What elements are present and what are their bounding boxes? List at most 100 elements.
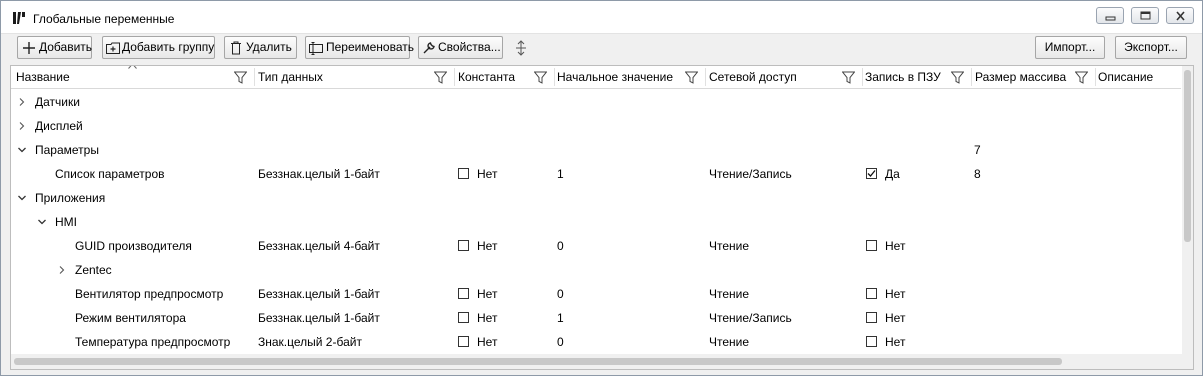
row-name: Параметры bbox=[35, 143, 99, 157]
filter-icon[interactable] bbox=[534, 71, 547, 84]
chevron-right-icon[interactable] bbox=[17, 121, 27, 131]
row-initial: 0 bbox=[557, 335, 564, 349]
const-checkbox[interactable] bbox=[458, 288, 469, 299]
row-name: Вентилятор предпросмотр bbox=[75, 287, 224, 301]
vertical-scrollbar[interactable] bbox=[1182, 66, 1193, 369]
column-divider[interactable] bbox=[454, 68, 455, 86]
rom-checkbox[interactable] bbox=[866, 288, 877, 299]
minimize-button[interactable] bbox=[1096, 7, 1124, 24]
column-divider[interactable] bbox=[862, 68, 863, 86]
wrench-icon bbox=[423, 42, 435, 54]
add-button-label: Добавить bbox=[39, 40, 93, 54]
row-initial: 1 bbox=[557, 167, 564, 181]
column-divider[interactable] bbox=[254, 68, 255, 86]
column-divider[interactable] bbox=[705, 68, 706, 86]
row-name: Список параметров bbox=[55, 167, 165, 181]
column-header-network[interactable]: Сетевой доступ bbox=[709, 66, 797, 88]
filter-icon[interactable] bbox=[234, 71, 247, 84]
toolbar: Добавить Добавить группу Удалить Переиме… bbox=[1, 34, 1202, 62]
row-type: Беззнак.целый 4-байт bbox=[258, 239, 380, 253]
column-header-array[interactable]: Размер массива bbox=[975, 66, 1066, 88]
table-row[interactable]: Приложения bbox=[11, 186, 1181, 210]
filter-icon[interactable] bbox=[842, 71, 855, 84]
import-button-label: Импорт... bbox=[1044, 40, 1096, 54]
row-rom: Да bbox=[885, 167, 900, 181]
rom-checkbox[interactable] bbox=[866, 312, 877, 323]
row-rom: Нет bbox=[885, 287, 906, 301]
filter-icon[interactable] bbox=[434, 71, 447, 84]
row-name: GUID производителя bbox=[75, 239, 192, 253]
maximize-icon bbox=[1140, 11, 1151, 20]
minimize-icon bbox=[1105, 16, 1116, 21]
vertical-scroll-thumb[interactable] bbox=[1184, 70, 1191, 242]
add-folder-icon bbox=[106, 42, 120, 54]
column-header-initial[interactable]: Начальное значение bbox=[557, 66, 673, 88]
table-row[interactable]: Датчики bbox=[11, 90, 1181, 114]
row-type: Знак.целый 2-байт bbox=[258, 335, 362, 349]
import-button[interactable]: Импорт... bbox=[1035, 36, 1105, 59]
filter-icon[interactable] bbox=[951, 71, 964, 84]
table-row[interactable]: Вентилятор предпросмотр Беззнак.целый 1-… bbox=[11, 282, 1181, 306]
maximize-button[interactable] bbox=[1131, 7, 1159, 24]
table-row[interactable]: Режим вентилятора Беззнак.целый 1-байт Н… bbox=[11, 306, 1181, 330]
filter-icon[interactable] bbox=[685, 71, 698, 84]
rom-checkbox[interactable] bbox=[866, 168, 877, 179]
delete-button[interactable]: Удалить bbox=[224, 36, 297, 59]
chevron-down-icon[interactable] bbox=[37, 217, 47, 227]
const-checkbox[interactable] bbox=[458, 168, 469, 179]
table-row[interactable]: Zentec bbox=[11, 258, 1181, 282]
row-type: Беззнак.целый 1-байт bbox=[258, 287, 380, 301]
chevron-right-icon[interactable] bbox=[17, 97, 27, 107]
rom-checkbox[interactable] bbox=[866, 240, 877, 251]
const-checkbox[interactable] bbox=[458, 336, 469, 347]
table-row[interactable]: GUID производителя Беззнак.целый 4-байт … bbox=[11, 234, 1181, 258]
add-group-button[interactable]: Добавить группу bbox=[102, 36, 215, 59]
rom-checkbox[interactable] bbox=[866, 336, 877, 347]
table-row[interactable]: Температура предпросмотр Знак.целый 2-ба… bbox=[11, 330, 1181, 354]
delete-button-label: Удалить bbox=[246, 40, 292, 54]
table-row[interactable]: Список параметров Беззнак.целый 1-байт Н… bbox=[11, 162, 1181, 186]
horizontal-scroll-thumb[interactable] bbox=[14, 358, 1062, 365]
table-row[interactable]: Дисплей bbox=[11, 114, 1181, 138]
column-divider[interactable] bbox=[554, 68, 555, 86]
row-name: Датчики bbox=[35, 95, 80, 109]
column-divider[interactable] bbox=[1095, 68, 1096, 86]
export-button[interactable]: Экспорт... bbox=[1115, 36, 1187, 59]
column-divider[interactable] bbox=[971, 68, 972, 86]
expand-rows-icon[interactable] bbox=[513, 40, 529, 56]
rename-icon bbox=[309, 42, 323, 55]
window-title: Глобальные переменные bbox=[33, 12, 175, 26]
const-checkbox[interactable] bbox=[458, 240, 469, 251]
global-variables-window: Глобальные переменные Добавить Добавить … bbox=[0, 0, 1203, 376]
horizontal-scrollbar[interactable] bbox=[11, 354, 1182, 369]
filter-icon[interactable] bbox=[1075, 71, 1088, 84]
close-button[interactable] bbox=[1166, 7, 1194, 24]
chevron-down-icon[interactable] bbox=[17, 193, 27, 203]
row-name: Приложения bbox=[35, 191, 106, 205]
chevron-down-icon[interactable] bbox=[17, 145, 27, 155]
column-header-const[interactable]: Константа bbox=[458, 66, 515, 88]
row-network: Чтение bbox=[709, 239, 750, 253]
row-name: Режим вентилятора bbox=[75, 311, 186, 325]
chevron-right-icon[interactable] bbox=[57, 265, 67, 275]
properties-button-label: Свойства... bbox=[438, 40, 501, 54]
variables-table: Название Тип данных Константа Начальное … bbox=[10, 65, 1194, 370]
title-bar[interactable]: Глобальные переменные bbox=[1, 1, 1202, 34]
plus-icon bbox=[23, 42, 35, 54]
table-row[interactable]: Параметры 7 bbox=[11, 138, 1181, 162]
row-const: Нет bbox=[477, 335, 498, 349]
rename-button[interactable]: Переименовать bbox=[305, 36, 414, 59]
column-header-rom[interactable]: Запись в ПЗУ bbox=[865, 66, 941, 88]
row-network: Чтение/Запись bbox=[709, 311, 792, 325]
row-network: Чтение bbox=[709, 287, 750, 301]
properties-button[interactable]: Свойства... bbox=[418, 36, 503, 59]
const-checkbox[interactable] bbox=[458, 312, 469, 323]
column-header-type[interactable]: Тип данных bbox=[258, 66, 323, 88]
table-row[interactable]: HMI bbox=[11, 210, 1181, 234]
row-name: HMI bbox=[55, 215, 77, 229]
row-name: Zentec bbox=[75, 263, 112, 277]
column-header-name[interactable]: Название bbox=[16, 66, 70, 88]
add-button[interactable]: Добавить bbox=[17, 36, 92, 59]
column-header-desc[interactable]: Описание bbox=[1098, 66, 1153, 88]
row-array-size: 7 bbox=[974, 143, 981, 157]
